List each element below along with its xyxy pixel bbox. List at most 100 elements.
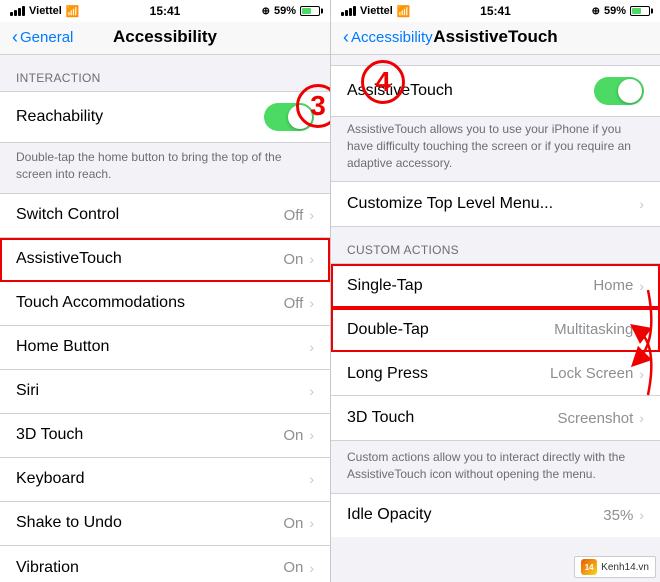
back-arrow-icon-right: ‹ (343, 28, 349, 46)
reachability-label: Reachability (16, 108, 103, 126)
vibration-label: Vibration (16, 559, 79, 577)
single-tap-item[interactable]: Single-Tap Home › (331, 264, 660, 308)
idle-opacity-right: 35% › (603, 507, 644, 524)
chevron-icon: › (309, 515, 314, 531)
wifi-icon: 📶 (66, 5, 80, 18)
home-button-right: › (309, 339, 314, 355)
vibration-right: On › (283, 559, 314, 576)
shake-undo-label: Shake to Undo (16, 514, 122, 532)
chevron-icon: › (639, 322, 644, 338)
carrier-label-right: Viettel (360, 5, 393, 17)
watermark: 14 Kenh14.vn (574, 556, 656, 578)
back-button-left[interactable]: ‹ General (12, 28, 73, 46)
reachability-group: Reachability 3 (0, 91, 330, 143)
siri-item[interactable]: Siri › (0, 370, 330, 414)
shake-undo-item[interactable]: Shake to Undo On › (0, 502, 330, 546)
status-time-right: 15:41 (480, 4, 511, 18)
gps-icon-right: ⊕ (592, 6, 600, 17)
right-screen: Viettel 📶 15:41 ⊕ 59% ‹ Accessibility As… (330, 0, 660, 582)
touch-accommodations-label: Touch Accommodations (16, 294, 185, 312)
touch-accommodations-item[interactable]: Touch Accommodations Off › (0, 282, 330, 326)
3d-touch-label-left: 3D Touch (16, 426, 83, 444)
shake-undo-right: On › (283, 515, 314, 532)
status-right-left: ⊕ 59% (262, 5, 320, 17)
accessibility-list: Switch Control Off › AssistiveTouch On ›… (0, 193, 330, 582)
double-tap-item[interactable]: Double-Tap Multitasking › (331, 308, 660, 352)
at-main-label: AssistiveTouch (347, 82, 453, 100)
switch-control-label: Switch Control (16, 206, 119, 224)
reachability-item[interactable]: Reachability 3 (0, 92, 330, 142)
single-tap-value: Home (593, 277, 633, 294)
right-main-content: AssistiveTouch 4 AssistiveTouch allows y… (331, 55, 660, 582)
custom-actions-list: Single-Tap Home › Double-Tap Multitaskin… (331, 263, 660, 441)
chevron-icon: › (309, 471, 314, 487)
keyboard-label: Keyboard (16, 470, 85, 488)
nav-bar-right: ‹ Accessibility AssistiveTouch (331, 22, 660, 55)
at-toggle-right: 4 (594, 77, 644, 105)
signal-icon (10, 6, 25, 16)
long-press-item[interactable]: Long Press Lock Screen › (331, 352, 660, 396)
at-toggle-knob (618, 79, 642, 103)
single-tap-right: Home › (593, 277, 644, 294)
status-bar-left: Viettel 📶 15:41 ⊕ 59% (0, 0, 330, 22)
3d-touch-right-left: On › (283, 427, 314, 444)
3d-touch-item-left[interactable]: 3D Touch On › (0, 414, 330, 458)
at-toggle[interactable] (594, 77, 644, 105)
at-description: AssistiveTouch allows you to use your iP… (331, 117, 660, 181)
status-left-right: Viettel 📶 (341, 5, 411, 18)
battery-icon-left (300, 6, 320, 16)
chevron-icon: › (639, 410, 644, 426)
reachability-toggle[interactable] (264, 103, 314, 131)
siri-label: Siri (16, 382, 39, 400)
long-press-right: Lock Screen › (550, 365, 644, 382)
back-button-right[interactable]: ‹ Accessibility (343, 28, 433, 46)
shake-undo-value: On (283, 515, 303, 532)
3d-touch-right: Screenshot › (557, 410, 644, 427)
back-arrow-icon: ‹ (12, 28, 18, 46)
keyboard-item[interactable]: Keyboard › (0, 458, 330, 502)
assistivetouch-item[interactable]: AssistiveTouch On › (0, 238, 330, 282)
chevron-icon: › (639, 507, 644, 523)
status-left: Viettel 📶 (10, 5, 80, 18)
keyboard-right: › (309, 471, 314, 487)
customize-menu-label: Customize Top Level Menu... (347, 195, 553, 213)
assistivetouch-label-left: AssistiveTouch (16, 250, 122, 268)
single-tap-label: Single-Tap (347, 277, 423, 295)
switch-control-item[interactable]: Switch Control Off › (0, 194, 330, 238)
left-screen: Viettel 📶 15:41 ⊕ 59% ‹ General Accessib… (0, 0, 330, 582)
vibration-item[interactable]: Vibration On › (0, 546, 330, 582)
3d-touch-label-right: 3D Touch (347, 409, 414, 427)
at-toggle-group: AssistiveTouch 4 (331, 65, 660, 117)
at-toggle-item[interactable]: AssistiveTouch 4 (331, 66, 660, 116)
idle-opacity-item[interactable]: Idle Opacity 35% › (331, 493, 660, 537)
vibration-value: On (283, 559, 303, 576)
section-header-interaction: INTERACTION (0, 55, 330, 91)
back-label-right: Accessibility (351, 29, 433, 46)
battery-icon-right (630, 6, 650, 16)
watermark-text: Kenh14.vn (601, 562, 649, 573)
customize-menu-right: › (639, 196, 644, 212)
status-right-right: ⊕ 59% (592, 5, 650, 17)
page-title-left: Accessibility (113, 27, 217, 47)
custom-actions-header: CUSTOM ACTIONS (331, 227, 660, 263)
chevron-icon: › (639, 278, 644, 294)
back-label-left: General (20, 29, 73, 46)
assistivetouch-value-left: On (283, 251, 303, 268)
long-press-label: Long Press (347, 365, 428, 383)
3d-touch-item-right[interactable]: 3D Touch Screenshot › (331, 396, 660, 440)
reachability-right: 3 (264, 103, 314, 131)
battery-label-right: 59% (604, 5, 626, 17)
carrier-label: Viettel (29, 5, 62, 17)
touch-accommodations-right: Off › (284, 295, 314, 312)
signal-icon-right (341, 6, 356, 16)
chevron-icon: › (309, 295, 314, 311)
siri-right: › (309, 383, 314, 399)
customize-menu-item[interactable]: Customize Top Level Menu... › (331, 182, 660, 226)
double-tap-value: Multitasking (554, 321, 633, 338)
home-button-label: Home Button (16, 338, 109, 356)
left-main-content: INTERACTION Reachability 3 Double-tap th… (0, 55, 330, 582)
long-press-value: Lock Screen (550, 365, 633, 382)
gps-icon: ⊕ (262, 6, 270, 17)
home-button-item[interactable]: Home Button › (0, 326, 330, 370)
nav-bar-left: ‹ General Accessibility (0, 22, 330, 55)
